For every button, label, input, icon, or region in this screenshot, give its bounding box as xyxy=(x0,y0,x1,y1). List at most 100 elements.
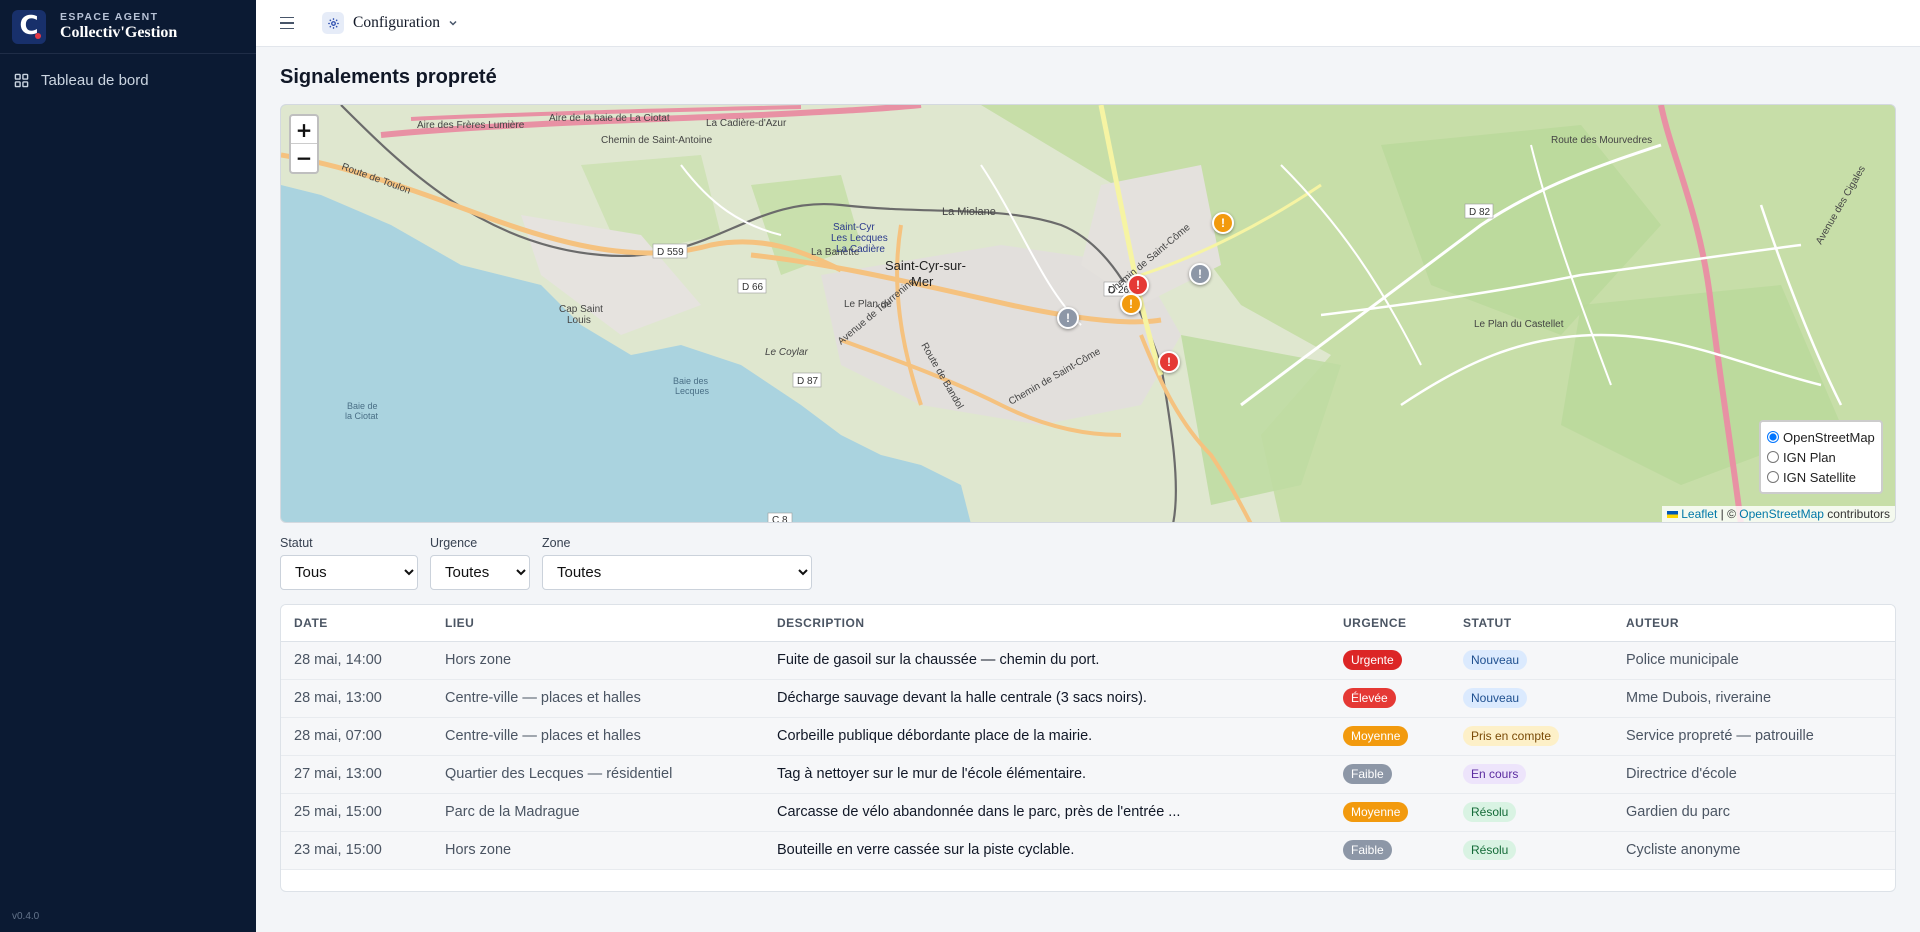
map-marker-faible[interactable]: ! xyxy=(1189,263,1211,285)
table-row[interactable]: 25 mai, 15:00 Parc de la Madrague Carcas… xyxy=(281,793,1895,832)
cell-description: Décharge sauvage devant la halle central… xyxy=(764,679,1330,718)
col-date[interactable]: DATE xyxy=(281,605,432,642)
hamburger-line xyxy=(280,27,294,30)
layer-radio-ign-satellite[interactable] xyxy=(1767,471,1779,483)
map-label-baie-lecques: Baie des xyxy=(673,376,709,386)
zone-select[interactable]: Toutes xyxy=(542,555,812,590)
statut-select[interactable]: Tous xyxy=(280,555,418,590)
brand-logo-dot xyxy=(35,32,41,39)
cell-statut: En cours xyxy=(1450,755,1613,794)
configuration-dropdown[interactable]: Configuration xyxy=(322,12,458,34)
cell-description: Fuite de gasoil sur la chaussée — chemin… xyxy=(764,641,1330,680)
sidebar: C ESPACE AGENT Collectiv'Gestion Tableau… xyxy=(0,0,256,932)
zoom-controls: + − xyxy=(289,114,319,174)
table-row[interactable]: 23 mai, 15:00 Hors zone Bouteille en ver… xyxy=(281,831,1895,870)
col-auteur[interactable]: AUTEUR xyxy=(1613,605,1895,642)
layer-radio-osm[interactable] xyxy=(1767,431,1779,443)
map-label-le-coulon: Le Coylar xyxy=(765,347,808,358)
topbar: Configuration xyxy=(256,0,1920,47)
map-tiles[interactable]: D 559 D 66 D 87 D 266 D 82 C 8 La Miolan… xyxy=(281,105,1896,523)
zoom-in-button[interactable]: + xyxy=(291,116,317,144)
cell-description: Tag à nettoyer sur le mur de l'école élé… xyxy=(764,755,1330,794)
cell-lieu: Centre-ville — places et halles xyxy=(432,679,764,718)
marker-symbol: ! xyxy=(1221,216,1225,230)
cell-auteur: Cycliste anonyme xyxy=(1613,831,1895,870)
table-row[interactable]: 27 mai, 13:00 Quartier des Lecques — rés… xyxy=(281,755,1895,794)
marker-symbol: ! xyxy=(1198,267,1202,281)
cell-urgence: Moyenne xyxy=(1330,717,1450,756)
urgency-badge: Faible xyxy=(1343,764,1392,784)
map-marker-elevee[interactable]: ! xyxy=(1158,351,1180,373)
map-label-cap-saint-louis-2: Louis xyxy=(567,315,591,326)
cell-date: 28 mai, 13:00 xyxy=(281,679,432,718)
map[interactable]: D 559 D 66 D 87 D 266 D 82 C 8 La Miolan… xyxy=(280,104,1896,523)
col-statut[interactable]: STATUT xyxy=(1450,605,1613,642)
map-label-d559: D 559 xyxy=(657,247,684,258)
map-marker-moyenne[interactable]: ! xyxy=(1212,212,1234,234)
table-header-row: DATE LIEU DESCRIPTION URGENCE STATUT AUT… xyxy=(281,605,1895,642)
gear-icon xyxy=(322,12,344,34)
cell-date: 25 mai, 15:00 xyxy=(281,793,432,832)
status-badge: Pris en compte xyxy=(1463,726,1560,746)
cell-urgence: Faible xyxy=(1330,755,1450,794)
osm-link[interactable]: OpenStreetMap xyxy=(1739,507,1824,521)
table-row[interactable]: 28 mai, 13:00 Centre-ville — places et h… xyxy=(281,679,1895,718)
version-label: v0.4.0 xyxy=(12,911,40,922)
attribution-suffix: contributors xyxy=(1823,507,1890,521)
filter-urgence: Urgence Toutes xyxy=(430,536,530,590)
map-label-c8: C 8 xyxy=(772,515,788,523)
filter-statut: Statut Tous xyxy=(280,536,418,590)
cell-description: Carcasse de vélo abandonnée dans le parc… xyxy=(764,793,1330,832)
zoom-out-button[interactable]: − xyxy=(291,144,317,172)
hamburger-icon xyxy=(280,16,294,19)
layer-radio-ign-plan[interactable] xyxy=(1767,451,1779,463)
map-marker-moyenne[interactable]: ! xyxy=(1120,293,1142,315)
cell-description: Bouteille en verre cassée sur la piste c… xyxy=(764,831,1330,870)
brand-text: ESPACE AGENT Collectiv'Gestion xyxy=(60,11,177,42)
status-badge: Nouveau xyxy=(1463,650,1528,670)
cell-lieu: Quartier des Lecques — résidentiel xyxy=(432,755,764,794)
chevron-down-icon xyxy=(449,20,457,26)
map-label-station-2: Les Lecques xyxy=(831,233,888,244)
col-description[interactable]: DESCRIPTION xyxy=(764,605,1330,642)
table-row[interactable]: 28 mai, 07:00 Centre-ville — places et h… xyxy=(281,717,1895,756)
layer-option-ign-plan[interactable]: IGN Plan xyxy=(1767,447,1875,467)
map-marker-faible[interactable]: ! xyxy=(1057,307,1079,329)
layer-option-osm[interactable]: OpenStreetMap xyxy=(1767,427,1875,447)
menu-toggle-button[interactable] xyxy=(280,16,294,30)
status-badge: Résolu xyxy=(1463,802,1517,822)
cell-auteur: Gardien du parc xyxy=(1613,793,1895,832)
cell-date: 28 mai, 07:00 xyxy=(281,717,432,756)
cell-statut: Pris en compte xyxy=(1450,717,1613,756)
map-label-la-miolane: La Miolane xyxy=(942,206,996,218)
table-row[interactable]: 28 mai, 14:00 Hors zone Fuite de gasoil … xyxy=(281,641,1895,680)
urgency-badge: Moyenne xyxy=(1343,802,1409,822)
cell-urgence: Faible xyxy=(1330,831,1450,870)
urgence-select[interactable]: Toutes xyxy=(430,555,530,590)
map-label-station-3: La Cadière xyxy=(836,244,885,255)
col-lieu[interactable]: LIEU xyxy=(432,605,764,642)
leaflet-link[interactable]: Leaflet xyxy=(1681,507,1717,521)
cell-auteur: Police municipale xyxy=(1613,641,1895,680)
map-attribution: Leaflet | © OpenStreetMap contributors xyxy=(1661,506,1895,522)
map-label-cap-saint-louis: Cap Saint xyxy=(559,304,603,315)
status-badge: En cours xyxy=(1463,764,1527,784)
urgency-badge: Élevée xyxy=(1343,688,1396,708)
map-label-aire-freres: Aire des Frères Lumière xyxy=(417,120,525,131)
brand[interactable]: C ESPACE AGENT Collectiv'Gestion xyxy=(0,0,256,54)
filter-urgence-label: Urgence xyxy=(430,536,478,550)
layer-label: OpenStreetMap xyxy=(1783,429,1875,445)
marker-symbol: ! xyxy=(1136,278,1140,292)
cell-lieu: Hors zone xyxy=(432,831,764,870)
dashboard-grid-icon xyxy=(14,73,29,88)
brand-logo: C xyxy=(12,9,46,44)
sidebar-item-dashboard[interactable]: Tableau de bord xyxy=(14,72,149,89)
cell-urgence: Moyenne xyxy=(1330,793,1450,832)
layer-option-ign-satellite[interactable]: IGN Satellite xyxy=(1767,467,1875,487)
map-label-aire-baie: Aire de la baie de La Ciotat xyxy=(549,113,670,124)
marker-symbol: ! xyxy=(1129,297,1133,311)
hamburger-line xyxy=(280,22,294,24)
col-urgence[interactable]: URGENCE xyxy=(1330,605,1450,642)
cell-statut: Résolu xyxy=(1450,831,1613,870)
cell-lieu: Parc de la Madrague xyxy=(432,793,764,832)
